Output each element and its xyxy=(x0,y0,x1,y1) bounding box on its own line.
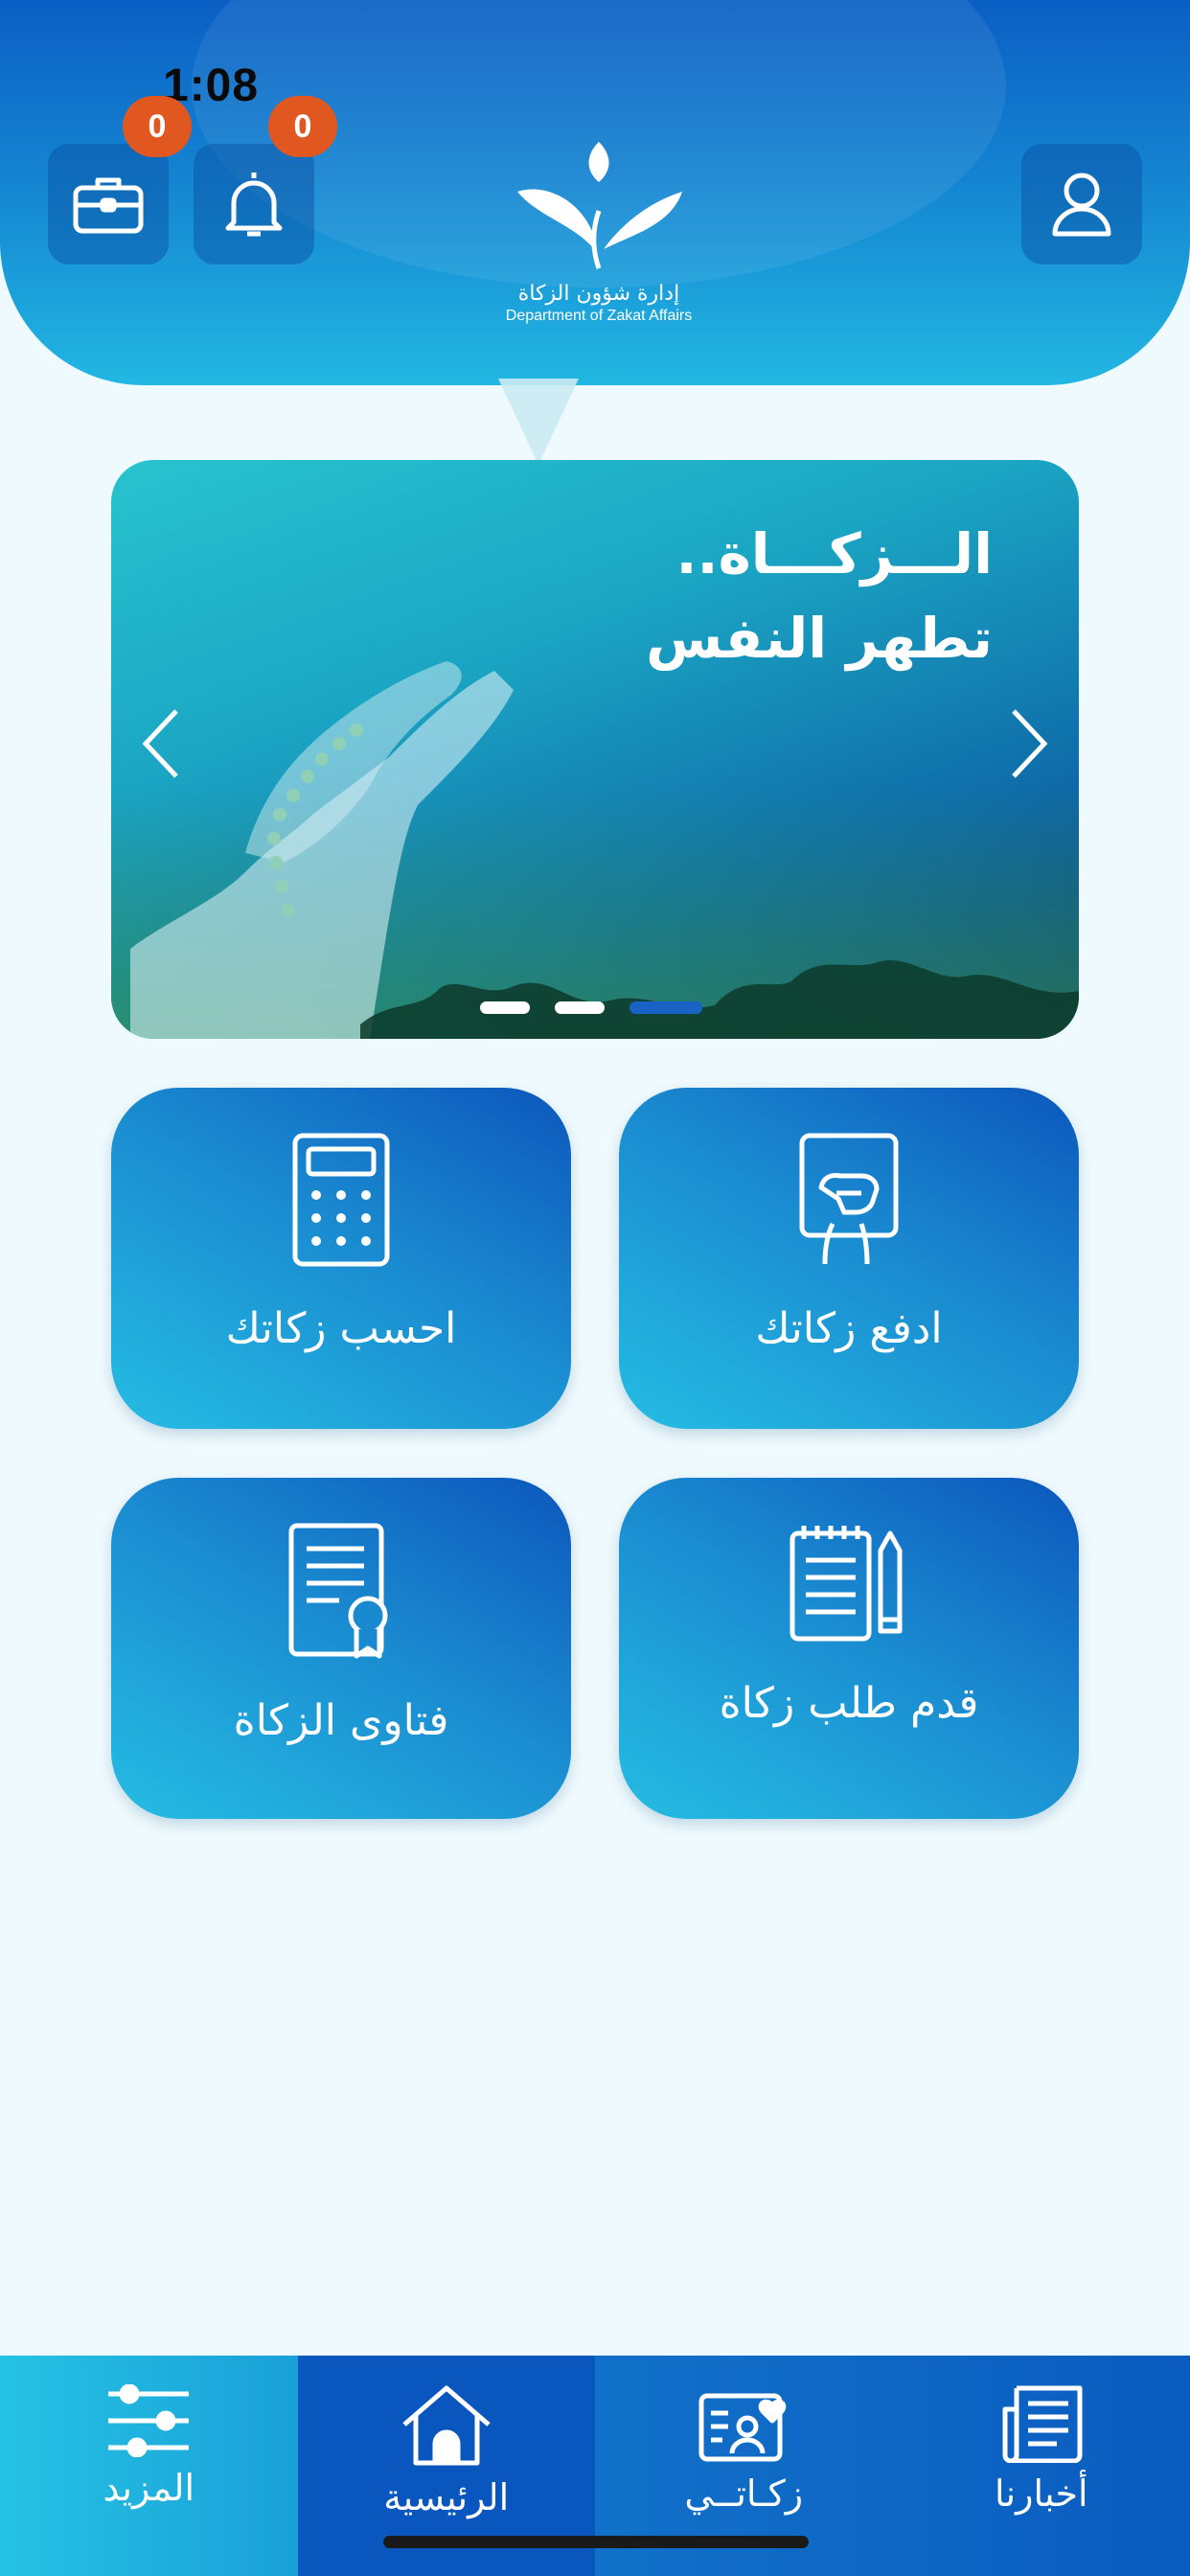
banner-title: الـــزكـــاة.. تطهر النفس xyxy=(646,512,993,680)
pay-zakat-card[interactable]: ادفع زكاتك xyxy=(619,1088,1079,1429)
chevron-right-icon[interactable] xyxy=(1008,707,1050,780)
header: 1:08 إدارة شؤون الزكاة Department of Zak… xyxy=(0,0,1190,385)
banner-carousel[interactable]: الـــزكـــاة.. تطهر النفس xyxy=(111,460,1079,1039)
logo-text-arabic: إدارة شؤون الزكاة xyxy=(517,282,680,306)
home-icon xyxy=(402,2385,491,2466)
banner-title-line1: الـــزكـــاة.. xyxy=(675,521,994,586)
bell-icon xyxy=(225,172,283,237)
home-indicator xyxy=(383,2536,809,2548)
pay-hand-icon xyxy=(799,1133,899,1265)
nav-item-news[interactable]: أخبارنا xyxy=(892,2356,1190,2576)
logo: إدارة شؤون الزكاة Department of Zakat Af… xyxy=(474,134,723,345)
briefcase-icon xyxy=(73,177,144,234)
carousel-dot-1[interactable] xyxy=(480,1001,530,1014)
zakat-fatwas-card[interactable]: فتاوى الزكاة xyxy=(111,1478,571,1819)
calculate-zakat-label: احسب زكاتك xyxy=(225,1304,457,1353)
nav-label-my-zakat: زكـاتــي xyxy=(684,2472,804,2515)
calculator-icon xyxy=(292,1133,390,1267)
notifications-badge: 0 xyxy=(268,96,337,157)
pay-zakat-label: ادفع زكاتك xyxy=(755,1304,943,1353)
header-pointer xyxy=(498,379,579,465)
request-zakat-card[interactable]: قدم طلب زكاة xyxy=(619,1478,1079,1819)
certificate-icon xyxy=(288,1523,388,1659)
profile-button[interactable] xyxy=(1021,144,1142,264)
newspaper-icon xyxy=(1002,2385,1083,2463)
zakat-fatwas-label: فتاوى الزكاة xyxy=(233,1696,449,1745)
zakat-logo-icon xyxy=(517,142,682,269)
calculate-zakat-card[interactable]: احسب زكاتك xyxy=(111,1088,571,1429)
nav-label-news: أخبارنا xyxy=(994,2472,1088,2515)
notifications-button[interactable] xyxy=(194,144,314,264)
sliders-icon xyxy=(108,2384,190,2457)
trees-silhouette xyxy=(360,959,1079,1039)
carousel-dot-2[interactable] xyxy=(555,1001,605,1014)
user-icon xyxy=(1052,172,1111,237)
nav-item-more[interactable]: المزيد xyxy=(0,2356,298,2576)
heart-profile-icon xyxy=(698,2393,787,2462)
briefcase-badge: 0 xyxy=(123,96,192,157)
nav-label-home: الرئيسية xyxy=(383,2476,510,2518)
logo-text-english: Department of Zakat Affairs xyxy=(505,308,693,324)
carousel-dot-3[interactable] xyxy=(629,1001,702,1014)
briefcase-button[interactable] xyxy=(48,144,169,264)
request-zakat-label: قدم طلب زكاة xyxy=(719,1679,979,1728)
notepad-pencil-icon xyxy=(790,1526,903,1642)
chevron-left-icon[interactable] xyxy=(140,707,182,780)
carousel-dots xyxy=(480,1001,702,1014)
nav-label-more: المزيد xyxy=(103,2467,195,2509)
banner-title-line2: تطهر النفس xyxy=(646,606,993,671)
